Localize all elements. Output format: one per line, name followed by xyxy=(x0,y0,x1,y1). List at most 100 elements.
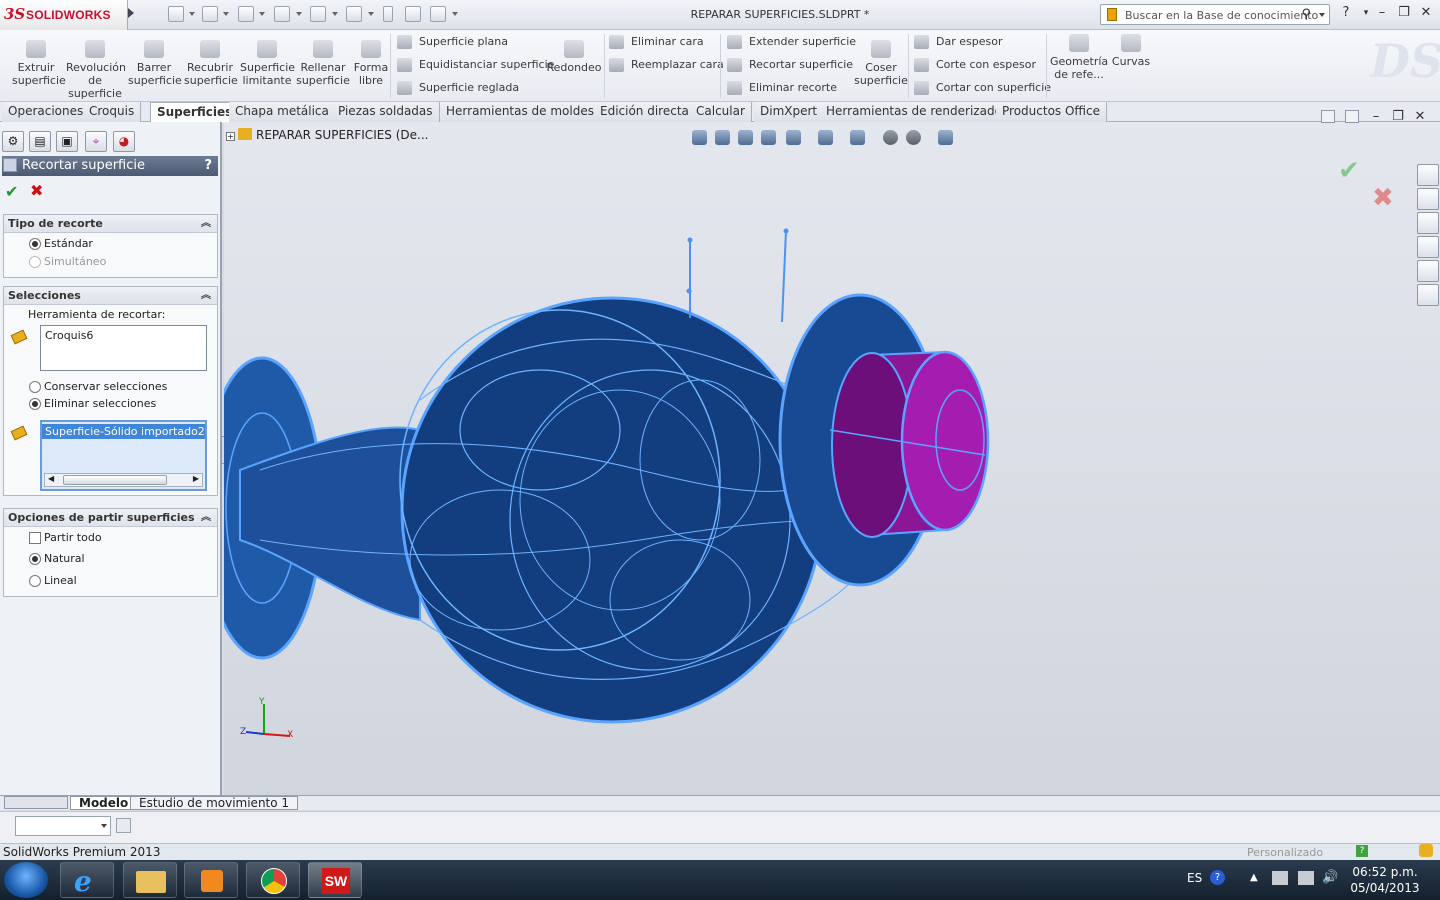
zoom-to-area-icon[interactable] xyxy=(715,130,730,145)
cancel-button[interactable]: ✖ xyxy=(30,181,43,200)
search-icon[interactable]: ⚲ xyxy=(1301,7,1311,22)
barrer-button[interactable]: Barrer superficie xyxy=(128,32,182,87)
extruir-button[interactable]: Extruir superficie xyxy=(12,32,66,87)
tab-7[interactable]: Calcular xyxy=(690,102,752,122)
status-help-icon[interactable]: ? xyxy=(1356,845,1368,857)
radio-simultaneo[interactable]: Simultáneo xyxy=(29,255,106,269)
tray-help-icon[interactable]: ? xyxy=(1210,870,1225,885)
recubrir-button[interactable]: Recubrir superficie xyxy=(184,32,238,87)
dar-espesor-button[interactable]: Dar espesor xyxy=(914,33,1002,51)
radio-natural[interactable]: Natural xyxy=(29,552,85,566)
ie-taskbar-icon[interactable]: e xyxy=(60,862,114,898)
rebuild-icon[interactable] xyxy=(383,6,393,22)
feature-tree-tab-icon[interactable]: ⚙ xyxy=(2,131,24,152)
file-explorer-icon[interactable] xyxy=(1417,212,1439,234)
tab-3[interactable]: Chapa metálica xyxy=(229,102,336,122)
geometria-referencia-button[interactable]: Geometría de refe... xyxy=(1050,26,1108,81)
open-file-icon[interactable] xyxy=(202,6,218,22)
options-icon[interactable] xyxy=(430,6,446,22)
minimize-icon[interactable]: – xyxy=(1372,4,1392,22)
radio-conservar[interactable]: Conservar selecciones xyxy=(29,380,167,394)
limitante-button[interactable]: Superficie limitante xyxy=(240,32,295,87)
select-dropdown-icon[interactable] xyxy=(368,12,374,16)
view-settings-icon[interactable] xyxy=(938,130,953,145)
graphics-area[interactable] xyxy=(224,122,1440,795)
save-dropdown-icon[interactable] xyxy=(259,12,265,16)
dimxpert-tab-icon[interactable]: ⌖ xyxy=(85,131,107,152)
corte-espesor-button[interactable]: Corte con espesor xyxy=(914,56,1036,74)
undo-icon[interactable] xyxy=(310,6,326,22)
group-heading[interactable]: Opciones de partir superficies ︽ xyxy=(4,509,217,527)
partir-todo-checkbox[interactable]: Partir todo xyxy=(29,531,102,545)
tray-volume-icon[interactable]: 🔊 xyxy=(1322,870,1338,885)
previous-view-icon[interactable] xyxy=(738,130,753,145)
trim-tool-value[interactable]: Croquis6 xyxy=(45,329,93,342)
coser-superficie-button[interactable]: Coser superficie xyxy=(852,32,910,87)
radio-eliminar[interactable]: Eliminar selecciones xyxy=(29,397,156,411)
appearances-icon[interactable] xyxy=(1417,260,1439,282)
print-icon[interactable] xyxy=(274,6,290,22)
selected-face[interactable] xyxy=(831,352,913,538)
redondeo-button[interactable]: Redondeo xyxy=(546,32,602,74)
radio-lineal[interactable]: Lineal xyxy=(29,574,77,588)
tab-9[interactable]: Herramientas de renderizado xyxy=(820,102,1009,122)
media-player-taskbar-icon[interactable] xyxy=(184,862,238,898)
curvas-button[interactable]: Curvas xyxy=(1110,26,1152,68)
property-manager-tab-icon[interactable]: ▤ xyxy=(29,131,51,152)
design-library-icon[interactable] xyxy=(1417,188,1439,210)
ok-button[interactable]: ✔ xyxy=(5,182,18,201)
taskbar-clock[interactable]: 06:52 p.m. 05/04/2013 xyxy=(1345,864,1425,896)
eliminar-recorte-button[interactable]: Eliminar recorte xyxy=(727,79,837,97)
language-indicator[interactable]: ES xyxy=(1187,871,1202,885)
save-icon[interactable] xyxy=(238,6,254,22)
tab-1[interactable]: Croquis xyxy=(83,102,142,122)
print-dropdown-icon[interactable] xyxy=(296,12,302,16)
undo-dropdown-icon[interactable] xyxy=(332,12,338,16)
new-dropdown-icon[interactable] xyxy=(189,12,195,16)
display-style-icon[interactable] xyxy=(818,130,833,145)
tile-horizontal-icon[interactable] xyxy=(1321,110,1335,123)
units-combo[interactable] xyxy=(15,816,111,836)
chrome-taskbar-icon[interactable] xyxy=(246,862,300,898)
search-input[interactable]: Buscar en la Base de conocimiento xyxy=(1125,9,1318,22)
revolucion-button[interactable]: Revolución de superficie xyxy=(66,32,126,100)
zoom-to-fit-icon[interactable] xyxy=(692,130,707,145)
solidworks-resources-icon[interactable] xyxy=(1417,164,1439,186)
close-icon[interactable]: ✕ xyxy=(1416,4,1436,22)
doc-close-icon[interactable]: ✕ xyxy=(1410,108,1430,126)
tab-2[interactable]: Superficies xyxy=(150,102,240,123)
display-manager-tab-icon[interactable]: ◕ xyxy=(113,131,135,152)
status-mode[interactable]: Personalizado xyxy=(1247,846,1323,859)
doc-minimize-icon[interactable]: – xyxy=(1366,108,1386,126)
file-properties-icon[interactable] xyxy=(405,6,421,22)
tab-4[interactable]: Piezas soldadas xyxy=(332,102,440,122)
solidworks-logo[interactable]: 3S SOLIDWORKS xyxy=(0,0,128,30)
model-wireframe[interactable] xyxy=(224,122,1440,795)
doc-restore-icon[interactable]: ❐ xyxy=(1388,108,1408,126)
eliminar-cara-button[interactable]: Eliminar cara xyxy=(609,33,704,51)
restore-icon[interactable]: ❐ xyxy=(1394,4,1414,22)
tray-network-icon[interactable] xyxy=(1298,871,1314,885)
reemplazar-cara-button[interactable]: Reemplazar cara xyxy=(609,56,724,74)
tab-5[interactable]: Herramientas de moldes xyxy=(440,102,601,122)
list-item[interactable]: Superficie-Sólido importado20-Re xyxy=(42,424,205,439)
configuration-tab-icon[interactable]: ▣ xyxy=(56,131,78,152)
search-dropdown-icon[interactable] xyxy=(1319,13,1325,17)
menu-expand-icon[interactable] xyxy=(128,8,134,18)
tab-0[interactable]: Operaciones xyxy=(2,102,91,122)
group-heading[interactable]: Selecciones ︽ xyxy=(4,287,217,305)
tab-modelo[interactable]: Modelo xyxy=(70,796,138,810)
view-orientation-icon[interactable] xyxy=(786,130,801,145)
recortar-superficie-button[interactable]: Recortar superficie xyxy=(727,56,853,74)
tab-8[interactable]: DimXpert xyxy=(754,102,825,122)
select-icon[interactable] xyxy=(346,6,362,22)
collapse-icon[interactable]: ︽ xyxy=(201,509,211,527)
apply-scene-icon[interactable] xyxy=(906,130,921,145)
help-icon[interactable]: ? xyxy=(1336,4,1356,22)
group-heading[interactable]: Tipo de recorte ︽ xyxy=(4,215,217,233)
start-button[interactable] xyxy=(4,862,48,898)
hide-show-items-icon[interactable] xyxy=(850,130,865,145)
new-file-icon[interactable] xyxy=(168,6,184,22)
open-dropdown-icon[interactable] xyxy=(223,12,229,16)
tray-expand-icon[interactable]: ▲ xyxy=(1250,872,1258,883)
